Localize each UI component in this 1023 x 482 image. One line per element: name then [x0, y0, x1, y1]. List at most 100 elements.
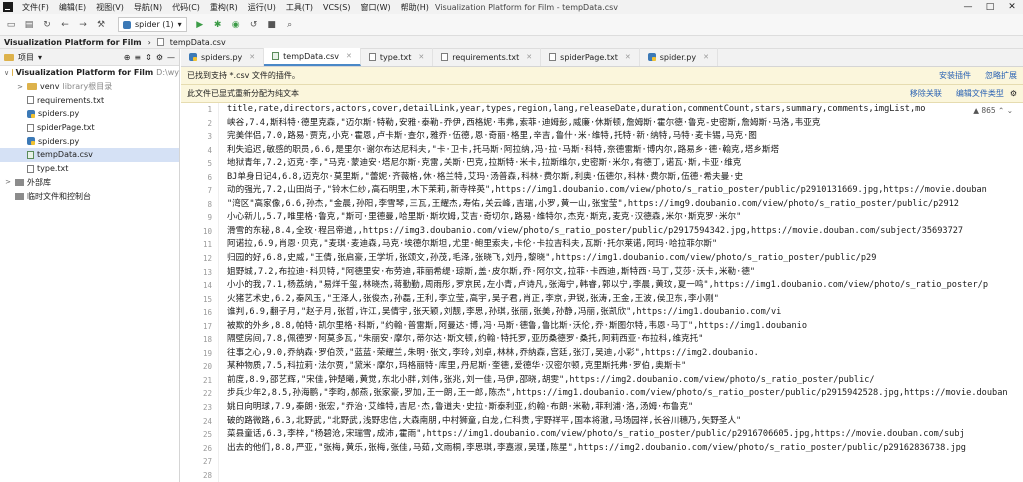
code-line[interactable]: 前度,8.9,邵艺辉,"宋佳,钟楚曦,黄觉,东北小胖,刘伟,张兆,刘一佳,马伊,…: [227, 374, 1023, 388]
code-line[interactable]: 小小的我,7.1,杨荔纳,"易烊千玺,林晓杰,蒋勤勤,周雨彤,罗京民,左小青,卢…: [227, 279, 1023, 293]
tree-item[interactable]: ∨ Visualization Platform for Film D:\wy: [0, 66, 179, 80]
chevron-right-icon[interactable]: >: [16, 83, 24, 91]
code-line[interactable]: 往事之心,9.0,乔纳森·罗伯茨,"蓝蓝·荣耀兰,朱明·张文,李玲,刘卓,林林,…: [227, 347, 1023, 361]
tree-item[interactable]: tempData.csv: [0, 148, 179, 162]
menu-edit[interactable]: 编辑(E): [54, 2, 91, 13]
tree-item[interactable]: spiderPage.txt: [0, 121, 179, 135]
editor-tab[interactable]: spiderPage.txt ✕: [541, 48, 640, 66]
menu-file[interactable]: 文件(F): [17, 2, 54, 13]
code-line[interactable]: 步兵少年2,8.5,孙海鹏,"李昀,郝燕,张家豪,罗加,王一朗,王一郎,陈杰",…: [227, 387, 1023, 401]
menu-code[interactable]: 代码(C): [167, 2, 205, 13]
chevron-down-icon[interactable]: ∨: [4, 69, 9, 77]
code-line[interactable]: title,rate,directors,actors,cover,detail…: [227, 103, 1023, 117]
code-line[interactable]: 被欺的外乡,8.8,帕特·凯尔里格·科斯,"约翰·普雷斯,阿曼达·博,冯·马斯·…: [227, 320, 1023, 334]
code-line[interactable]: 隔壁房间,7.8,佩德罗·阿莫多瓦,"朱丽安·摩尔,蒂尔达·斯文顿,约翰·特托罗…: [227, 333, 1023, 347]
code-line[interactable]: BJ单身日记4,6.8,迈克尔·莫里斯,"蕾妮·齐薇格,休·格兰特,艾玛·汤普森…: [227, 171, 1023, 185]
code-line[interactable]: 地狱青年,7.2,迈克·李,"马克·蒙迪安·塔尼尔斯·克雷,关斯·巴克,拉斯特·…: [227, 157, 1023, 171]
editor-tab[interactable]: spiders.py ✕: [181, 48, 265, 66]
close-tab-icon[interactable]: ✕: [346, 52, 352, 60]
project-panel-title[interactable]: 项目: [18, 52, 34, 63]
run-icon[interactable]: ▶: [193, 18, 207, 32]
code-line[interactable]: "湾区"高家像,6.6,孙杰,"金晨,孙阳,李雪琴,三瓦,王耀杰,寿佑,关云峰,…: [227, 198, 1023, 212]
code-line[interactable]: 小心新儿,5.7,唯里格·鲁克,"斯可·里德曼,哈里斯·斯坎姆,艾吉·奇切尔,路…: [227, 211, 1023, 225]
run-config-selector[interactable]: spider (1) ▾: [118, 17, 187, 32]
menu-run[interactable]: 运行(U): [243, 2, 281, 13]
minimize-button[interactable]: —: [957, 0, 979, 14]
menu-vcs[interactable]: VCS(S): [318, 3, 355, 12]
collapse-all-icon[interactable]: ≡: [134, 53, 141, 62]
tree-item[interactable]: > venv library根目录: [0, 80, 179, 94]
code-line[interactable]: 完美伴侣,7.0,路易·贾克,小克·霍恩,卢卡斯·查尔,雅乔·伍德,恩·奇丽·格…: [227, 130, 1023, 144]
code-line[interactable]: 滑雪的东秘,8.4,全玫·程吕帝道,,https://img3.doubanio…: [227, 225, 1023, 239]
close-tab-icon[interactable]: ✕: [625, 53, 631, 61]
code-line[interactable]: 谁判,6.9,翻子月,"赵子月,张哲,许江,吴倩宇,张天颖,刘靓,李思,孙琪,张…: [227, 306, 1023, 320]
stop-icon[interactable]: ■: [265, 18, 279, 32]
code-line[interactable]: 姚日向明球,7.9,秦朗·张宏,"乔治·艾维特,吉尼·杰,鲁道夫·史拉·斯泰利亚…: [227, 401, 1023, 415]
close-tab-icon[interactable]: ✕: [418, 53, 424, 61]
text-content[interactable]: title,rate,directors,actors,cover,detail…: [227, 103, 1023, 482]
expand-icon[interactable]: ⇕: [145, 53, 152, 62]
tree-item[interactable]: spiders.py: [0, 107, 179, 121]
code-line[interactable]: 火猪艺术史,6.2,秦风玉,"王泽人,张俊杰,孙磊,王利,李立莹,高宇,吴子君,…: [227, 293, 1023, 307]
menu-window[interactable]: 窗口(W): [355, 2, 395, 13]
tree-item[interactable]: requirements.txt: [0, 93, 179, 107]
edit-file-type-link[interactable]: 编辑文件类型: [956, 88, 1004, 99]
code-line[interactable]: 峡谷,7.4,斯科特·德里克森,"迈尔斯·特勒,安雅·泰勒-乔伊,西格妮·韦弗,…: [227, 117, 1023, 131]
close-tab-icon[interactable]: ✕: [703, 53, 709, 61]
gear-icon[interactable]: ⚙: [1010, 89, 1017, 98]
install-plugin-link[interactable]: 安装插件: [939, 70, 971, 81]
open-folder-icon[interactable]: ▭: [4, 18, 18, 32]
editor-tab[interactable]: tempData.csv ✕: [264, 48, 361, 66]
tree-item[interactable]: spiders.py: [0, 134, 179, 148]
hide-icon[interactable]: —: [167, 53, 175, 62]
code-line[interactable]: 姐野城,7.2,布拉迪·科贝特,"阿德里安·布劳迪,菲丽希缇·琼斯,盖·皮尔斯,…: [227, 266, 1023, 280]
run-config-label: spider (1): [135, 20, 174, 29]
coverage-icon[interactable]: ◉: [229, 18, 243, 32]
chevron-down-icon[interactable]: ▾: [38, 53, 42, 62]
menu-view[interactable]: 视图(V): [91, 2, 129, 13]
close-tab-icon[interactable]: ✕: [526, 53, 532, 61]
menu-help[interactable]: 帮助(H): [396, 2, 434, 13]
code-line[interactable]: 出去的他们,8.8,严亚,"张梅,黄乐,张梅,张佳,马茹,文雨桐,李思琪,李嘉淑…: [227, 442, 1023, 456]
close-button[interactable]: ✕: [1001, 0, 1023, 14]
menu-navigate[interactable]: 导航(N): [129, 2, 167, 13]
remove-association-link[interactable]: 移除关联: [910, 88, 942, 99]
code-line[interactable]: 动的强光,7.2,山田尚子,"铃木仁纱,高石明里,木下茉莉,新寺梓英",http…: [227, 184, 1023, 198]
tree-item-label: Visualization Platform for Film: [15, 68, 154, 78]
breadcrumb-file[interactable]: tempData.csv: [170, 38, 226, 47]
editor-tab[interactable]: type.txt ✕: [361, 48, 434, 66]
search-icon[interactable]: ⌕: [283, 18, 297, 32]
line-number: 12: [202, 254, 212, 264]
maximize-button[interactable]: □: [979, 0, 1001, 14]
sync-icon[interactable]: ↻: [40, 18, 54, 32]
tree-item[interactable]: type.txt: [0, 162, 179, 176]
code-editor[interactable]: 1 2 3 4 5 6 7 8 9 10 11 12 13 14 15 16 17 18 19 20 21 22 23 24 2…: [181, 103, 1023, 482]
code-line[interactable]: 破的路微路,6.3,北野武,"北野武,浅野忠信,大森南朋,中村狮童,白龙,仁科贵…: [227, 415, 1023, 429]
code-line[interactable]: 归园的好,6.8,史威,"王倩,张启豪,王学圻,张颂文,孙茂,毛泽,张晓飞,刘丹…: [227, 252, 1023, 266]
code-line[interactable]: 阿诺拉,6.9,肖恩·贝克,"麦琪·麦迪森,马克·埃德尔斯坦,尤里·鲍里索夫,卡…: [227, 238, 1023, 252]
code-line[interactable]: 菜县童话,6.3,李梓,"杨碧沧,宋瑞雪,成沛,霍雨",https://img1…: [227, 428, 1023, 442]
locate-icon[interactable]: ⊕: [124, 53, 131, 62]
forward-arrow-icon[interactable]: →: [76, 18, 90, 32]
back-arrow-icon[interactable]: ←: [58, 18, 72, 32]
code-line[interactable]: 利失追迟,敏感的职员,6.6,是里尔·谢尔布达尼科夫,"卡·卫卡,托马斯·阿拉纳…: [227, 144, 1023, 158]
editor-tab[interactable]: spider.py ✕: [640, 48, 718, 66]
gear-icon[interactable]: ⚙: [156, 53, 163, 62]
ignore-extension-link[interactable]: 忽略扩展: [985, 70, 1017, 81]
breadcrumb-project[interactable]: Visualization Platform for Film: [4, 38, 142, 47]
menu-refactor[interactable]: 重构(R): [205, 2, 243, 13]
menu-tools[interactable]: 工具(T): [281, 2, 318, 13]
code-line[interactable]: 某种物质,7.5,科拉莉·法尔贾,"黛米·摩尔,玛格丽特·库里,丹尼斯·奎德,爱…: [227, 360, 1023, 374]
inspection-widget[interactable]: ▲ 865 ⌃ ⌄: [971, 106, 1015, 115]
chevron-right-icon[interactable]: >: [4, 178, 12, 186]
editor-tab[interactable]: requirements.txt ✕: [433, 48, 542, 66]
tree-item[interactable]: > 外部库: [0, 176, 179, 190]
profile-icon[interactable]: ↺: [247, 18, 261, 32]
close-tab-icon[interactable]: ✕: [249, 53, 255, 61]
tab-label: type.txt: [379, 52, 412, 62]
save-all-icon[interactable]: ▤: [22, 18, 36, 32]
debug-icon[interactable]: ✱: [211, 18, 225, 32]
hammer-icon[interactable]: ⚒: [94, 18, 108, 32]
tree-item[interactable]: 临时文件和控制台: [0, 189, 179, 203]
tab-label: spiderPage.txt: [560, 52, 618, 62]
